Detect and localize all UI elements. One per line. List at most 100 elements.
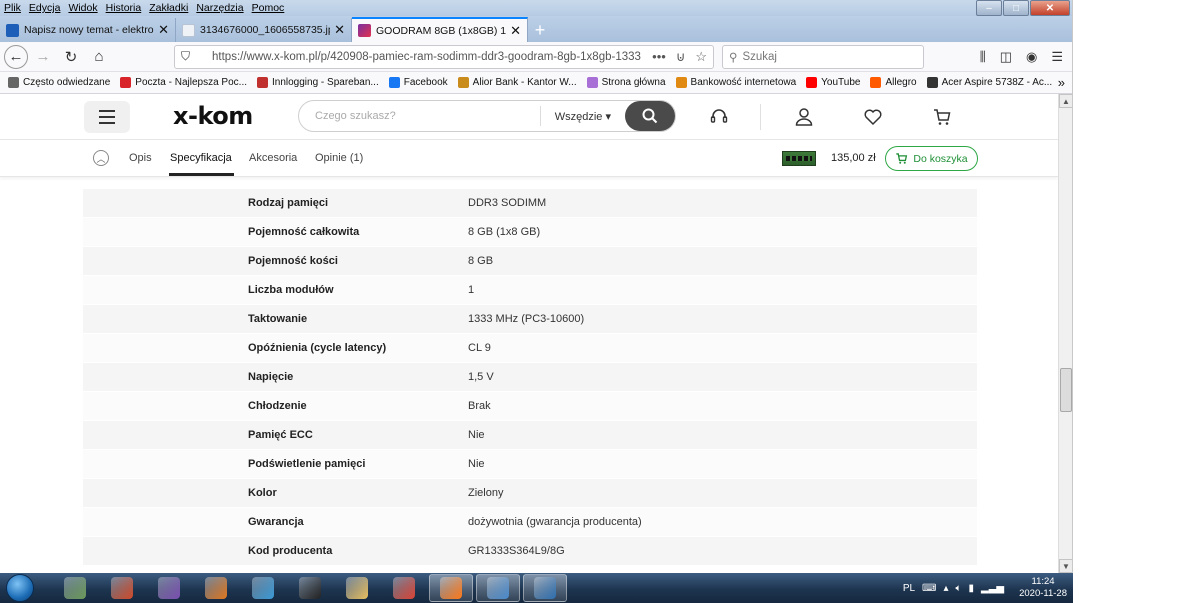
tab-akcesoria[interactable]: Akcesoria	[249, 152, 297, 164]
taskbar-app-button[interactable]	[194, 574, 238, 602]
account-icon[interactable]: ◉	[1026, 49, 1037, 65]
close-tab-icon[interactable]: ✕	[334, 22, 345, 38]
page-actions-button[interactable]: •••	[652, 49, 666, 65]
close-tab-icon[interactable]: ✕	[158, 22, 169, 38]
tab-opis[interactable]: Opis	[129, 152, 152, 164]
show-hidden-icons-icon[interactable]: ▴	[943, 583, 948, 594]
tab-specyfikacja[interactable]: Specyfikacja	[170, 152, 232, 164]
menu-edycja[interactable]: Edycja	[29, 2, 61, 14]
bookmark-item[interactable]: YouTube	[806, 77, 860, 88]
taskbar-app-button[interactable]	[335, 574, 379, 602]
window-controls: ‒ □ ✕	[975, 0, 1070, 16]
home-button[interactable]: ⌂	[86, 44, 112, 70]
scrollbar-thumb[interactable]	[1060, 368, 1072, 412]
scroll-down-arrow-icon[interactable]: ▼	[1059, 559, 1072, 573]
menu-zakladki[interactable]: Zakładki	[149, 2, 188, 14]
url-text: https://www.x-kom.pl/p/420908-pamiec-ram…	[212, 50, 641, 63]
menu-plik[interactable]: Plik	[4, 2, 21, 14]
product-price: 135,00 zł	[831, 152, 876, 164]
menu-historia[interactable]: Historia	[106, 2, 142, 14]
library-icon[interactable]: ⫼	[980, 49, 986, 65]
taskbar-app-button[interactable]	[53, 574, 97, 602]
bookmark-item[interactable]: Poczta - Najlepsza Poc...	[120, 77, 247, 88]
spec-row: Pojemność całkowita 8 GB (1x8 GB)	[83, 218, 977, 247]
taskbar-app-button[interactable]	[100, 574, 144, 602]
cart-icon	[896, 153, 908, 164]
bookmark-item[interactable]: Facebook	[388, 77, 448, 88]
hamburger-menu-button[interactable]	[84, 101, 130, 133]
bookmark-star-icon[interactable]: ☆	[695, 49, 707, 65]
taskbar-app-button[interactable]	[476, 574, 520, 602]
site-search-button[interactable]	[625, 101, 675, 131]
close-window-button[interactable]: ✕	[1030, 0, 1070, 16]
keyboard-icon[interactable]: ⌨	[922, 583, 936, 594]
taskbar-app-button[interactable]	[523, 574, 567, 602]
reload-button[interactable]: ↻	[58, 44, 84, 70]
taskbar-app-button[interactable]	[382, 574, 426, 602]
maximize-button[interactable]: □	[1003, 0, 1029, 16]
taskbar-app-button[interactable]	[147, 574, 191, 602]
paint-app-icon	[111, 577, 133, 599]
close-tab-icon[interactable]: ✕	[510, 23, 521, 39]
browser-tab[interactable]: Napisz nowy temat - elektro ✕	[0, 18, 176, 42]
product-sub-navigation: ︿ Opis Specyfikacja Akcesoria Opinie (1)…	[0, 141, 1058, 177]
url-bar[interactable]: ⛉ https://www.x-kom.pl/p/420908-pamiec-r…	[174, 44, 714, 69]
cart-icon[interactable]	[931, 106, 953, 128]
start-button[interactable]	[0, 573, 40, 603]
scroll-up-arrow-icon[interactable]: ▲	[1059, 94, 1072, 108]
add-to-cart-button[interactable]: Do koszyka	[885, 146, 978, 171]
browser-tab[interactable]: 3134676000_1606558735.jpg (obraz ✕	[176, 18, 352, 42]
clock[interactable]: 11:24 2020-11-28	[1019, 576, 1067, 600]
back-button[interactable]: ←	[4, 44, 28, 69]
volume-icon[interactable]: 🔈︎	[956, 583, 962, 594]
language-indicator[interactable]: PL	[903, 583, 915, 594]
scanner-app-icon	[252, 577, 274, 599]
windows-logo-icon	[6, 574, 34, 602]
taskbar-app-button[interactable]	[288, 574, 332, 602]
spec-name: Chłodzenie	[248, 400, 307, 412]
search-icon: ⚲	[729, 51, 738, 64]
bookmarks-overflow-button[interactable]: »	[1058, 75, 1065, 90]
menu-widok[interactable]: Widok	[68, 2, 97, 14]
spec-value: Zielony	[468, 487, 504, 499]
scroll-to-top-icon[interactable]: ︿	[93, 150, 109, 166]
search-scope-dropdown[interactable]: Wszędzie ▾	[539, 106, 625, 126]
bookmark-item[interactable]: Alior Bank - Kantor W...	[457, 77, 577, 88]
vertical-scrollbar[interactable]: ▲ ▼	[1058, 94, 1072, 573]
menu-narzedzia[interactable]: Narzędzia	[196, 2, 243, 14]
minimize-button[interactable]: ‒	[976, 0, 1002, 16]
spec-value: 1	[468, 284, 475, 296]
specification-table: Rodzaj pamięci DDR3 SODIMM Pojemność całko…	[83, 189, 977, 566]
tab-opinie[interactable]: Opinie (1)	[315, 152, 363, 164]
shield-icon[interactable]: ⛉	[181, 49, 190, 64]
new-tab-button[interactable]: +	[528, 18, 552, 42]
bookmark-item[interactable]: Innlogging - Spareban...	[257, 77, 379, 88]
spec-row: Chłodzenie Brak	[83, 392, 977, 421]
heart-icon[interactable]	[862, 106, 884, 128]
site-search-input[interactable]: Czego szukasz?	[299, 110, 540, 122]
spec-name: Liczba modułów	[248, 284, 334, 296]
chrome-app-icon	[393, 577, 415, 599]
pocket-icon[interactable]: ⊍	[676, 49, 686, 65]
menu-pomoc[interactable]: Pomoc	[252, 2, 285, 14]
bookmark-item[interactable]: Acer Aspire 5738Z - Ac...	[926, 77, 1052, 88]
taskbar-app-button[interactable]	[429, 574, 473, 602]
network-signal-icon[interactable]: ▂▃▅	[981, 583, 1004, 594]
browser-search-input[interactable]: ⚲ Szukaj	[722, 44, 924, 69]
browser-tab-active[interactable]: GOODRAM 8GB (1x8GB) 1333MHz ✕	[352, 17, 528, 42]
user-icon[interactable]	[793, 106, 815, 128]
bookmark-favicon-icon	[8, 77, 19, 88]
menu-icon[interactable]: ☰	[1051, 49, 1063, 65]
taskbar-app-button[interactable]	[241, 574, 285, 602]
forward-button[interactable]: →	[30, 44, 56, 70]
headset-icon[interactable]	[708, 106, 730, 128]
sidebar-icon[interactable]: ◫	[1000, 49, 1012, 65]
bookmark-item[interactable]: Allegro	[870, 77, 917, 88]
bookmark-item[interactable]: Strona główna	[586, 77, 666, 88]
bookmark-item[interactable]: Bankowość internetowa	[675, 77, 796, 88]
empty-margin	[1073, 0, 1200, 603]
site-logo[interactable]: x-kom	[173, 102, 253, 130]
bookmark-item[interactable]: Często odwiedzane	[8, 77, 110, 88]
power-icon[interactable]: ▮	[969, 583, 975, 594]
bookmark-label: YouTube	[821, 77, 861, 88]
